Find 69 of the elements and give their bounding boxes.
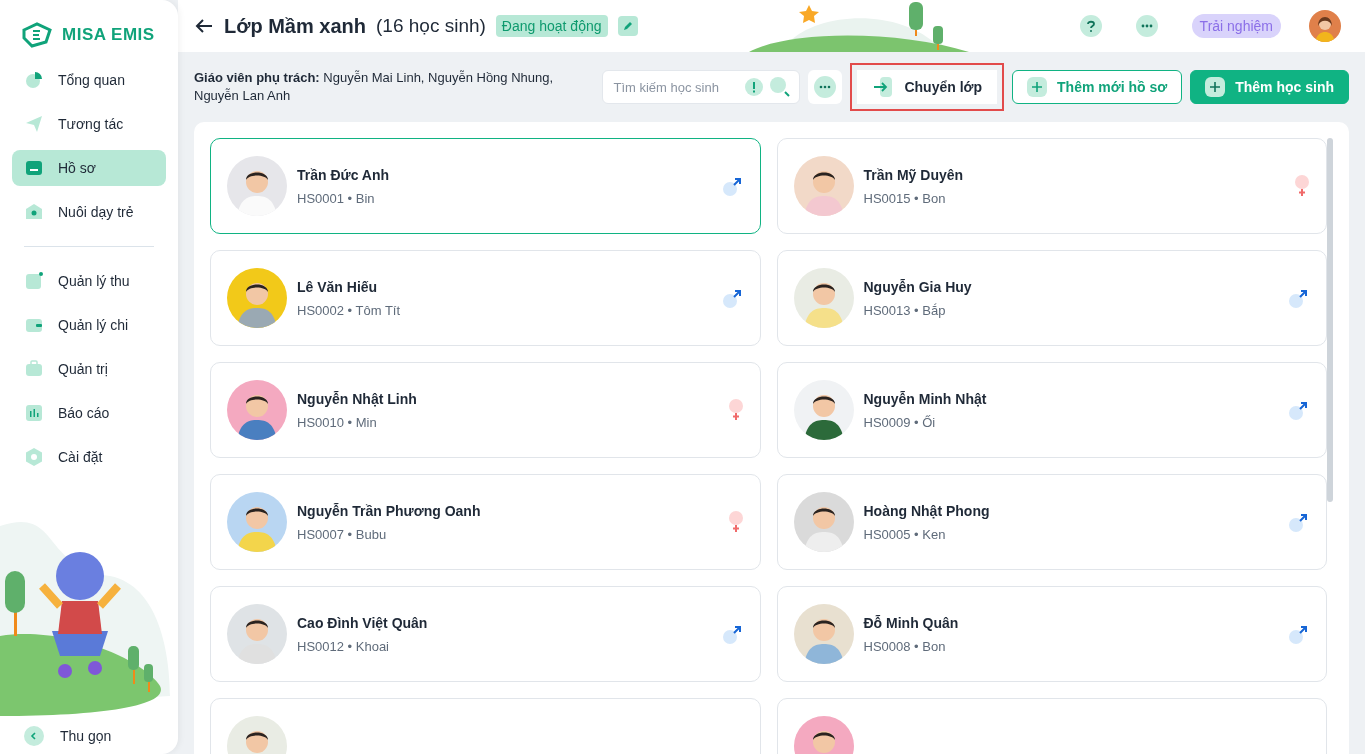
student-card[interactable]: Trần Đức Anh HS0001 • Bin: [210, 138, 761, 234]
student-name: Lê Văn Hiếu: [297, 278, 379, 295]
help-button[interactable]: [1079, 15, 1102, 37]
info-icon: [745, 78, 764, 96]
chevron-left-icon: [29, 731, 39, 741]
student-card[interactable]: Nguyễn Gia Huy HS0013 • Bắp: [776, 250, 1327, 346]
search-icon: [769, 76, 792, 98]
brand-name: MISA EMIS: [62, 25, 155, 45]
student-card[interactable]: Trần Mỹ Duyên HS0015 • Bon: [776, 138, 1327, 234]
sidebar-item[interactable]: Nuôi dạy trẻ: [12, 194, 166, 230]
student-name: Nguyễn Minh Nhật: [863, 390, 988, 407]
sidebar-item[interactable]: Hồ sơ: [12, 150, 166, 186]
student-name: Trần Đức Anh: [297, 166, 391, 183]
settings-icon: [24, 447, 44, 467]
teachers-text: Giáo viên phụ trách: Nguyễn Mai Linh, Nguyễn Hồng Nhung, Nguyễn Lan Anh: [194, 69, 555, 105]
student-card[interactable]: Nguyễn Minh Nhật HS0009 • Ối: [776, 362, 1327, 458]
plus-icon: [1027, 77, 1048, 97]
student-code: HS0005 • Ken: [863, 526, 947, 542]
sidebar-item[interactable]: Cài đặt: [12, 439, 166, 475]
student-code: HS0008 • Bon: [863, 638, 947, 654]
collapse-label: Thu gọn: [60, 728, 112, 744]
chart-icon: [24, 271, 44, 291]
student-name: Đỗ Minh Quân: [863, 614, 960, 631]
student-card[interactable]: Lê Văn Hiếu HS0002 • Tôm Tít: [210, 250, 761, 346]
briefcase-icon: [24, 359, 44, 379]
student-card[interactable]: Đỗ Minh Quân HS0008 • Bon: [776, 586, 1327, 682]
logo-icon: [20, 22, 54, 48]
status-badge: Đang hoạt động: [495, 15, 608, 37]
sidebar-item[interactable]: Quản lý chi: [12, 307, 166, 343]
student-code: HS0007 • Bubu: [297, 526, 388, 542]
sidebar-item[interactable]: Tương tác: [12, 106, 166, 142]
transfer-class-button[interactable]: Chuyển lớp: [850, 63, 1005, 111]
student-code: HS0002 • Tôm Tít: [297, 302, 402, 318]
more-icon: [1140, 24, 1153, 28]
plus-icon: [1205, 77, 1226, 97]
folder-icon: [24, 158, 44, 178]
sidebar-item[interactable]: Báo cáo: [12, 395, 166, 431]
sidebar-item[interactable]: Quản trị: [12, 351, 166, 387]
student-name: Cao Đình Việt Quân: [297, 614, 429, 631]
sidebar-item[interactable]: Quản lý thu: [12, 263, 166, 299]
student-name: Nguyễn Trần Phương Oanh: [297, 502, 482, 519]
student-card[interactable]: Nguyễn Trần Phương Oanh HS0007 • Bubu: [210, 474, 761, 570]
bar-chart-icon: [24, 403, 44, 423]
paper-plane-icon: [24, 114, 44, 134]
more-button[interactable]: [1135, 15, 1158, 37]
house-icon: [24, 202, 44, 222]
question-mark-icon: [1085, 20, 1096, 32]
student-code: HS0001 • Bin: [297, 190, 376, 206]
student-code: HS0009 • Ối: [863, 414, 937, 430]
student-card[interactable]: Hoàng Nhật Phong HS0005 • Ken: [776, 474, 1327, 570]
student-card[interactable]: Nguyễn Nhật Linh HS0010 • Min: [210, 362, 761, 458]
student-card[interactable]: Cao Đình Việt Quân HS0012 • Khoai: [210, 586, 761, 682]
edit-button[interactable]: [617, 16, 638, 36]
student-count: (16 học sinh): [376, 15, 486, 37]
arrow-right-icon: [872, 76, 895, 98]
search-field[interactable]: Tìm kiếm học sinh: [602, 70, 801, 104]
student-name: Hoàng Nhật Phong: [863, 502, 991, 519]
student-name: Trần Mỹ Duyên: [863, 166, 965, 183]
pie-chart-icon: [24, 70, 44, 90]
student-name: Nguyễn Gia Huy: [863, 278, 973, 295]
sidebar-item[interactable]: Tổng quan: [12, 62, 166, 98]
student-code: HS0015 • Bon: [863, 190, 947, 206]
student-code: HS0010 • Min: [297, 414, 378, 430]
student-name: Nguyễn Nhật Linh: [297, 390, 418, 407]
class-title: Lớp Mầm xanh: [224, 14, 366, 38]
pencil-icon: [621, 20, 634, 32]
student-code: HS0013 • Bắp: [863, 302, 947, 318]
collapse-button[interactable]: [24, 726, 44, 746]
student-code: HS0012 • Khoai: [297, 638, 390, 654]
